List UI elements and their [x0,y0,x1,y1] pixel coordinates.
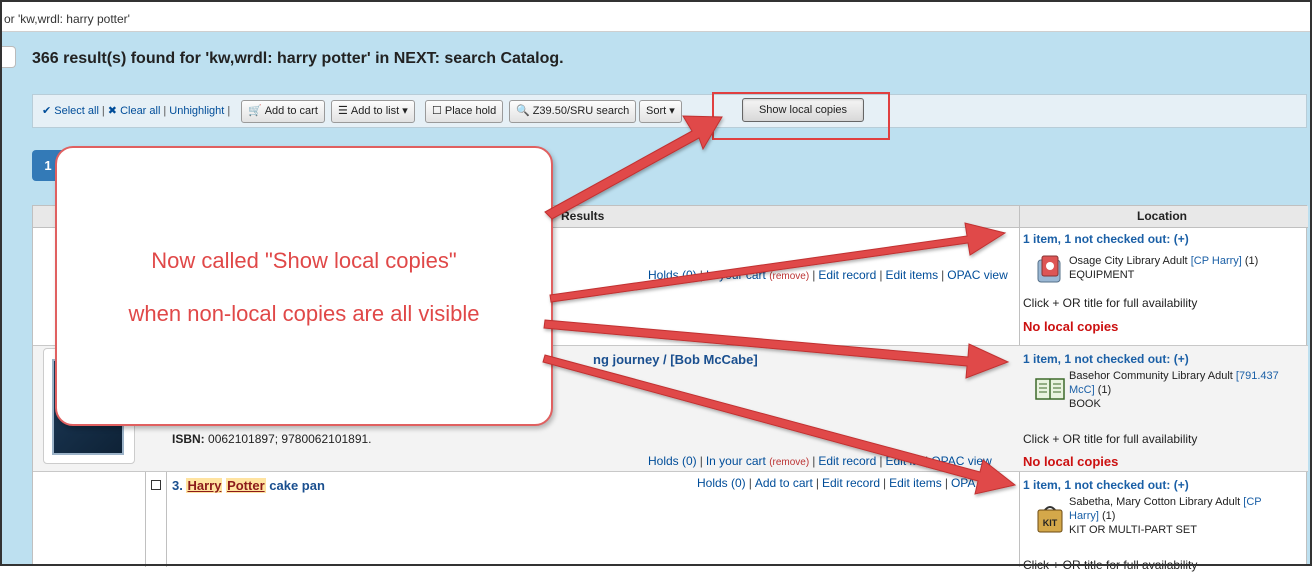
results-heading: 366 result(s) found for 'kw,wrdl: harry … [32,50,564,67]
results-toolbar: ✔ Select all | ✖ Clear all | Unhighlight | 🛒 A… [32,94,1307,128]
record-title[interactable]: 3. Harry Potter cake pan [172,478,325,493]
opac-view-link[interactable]: OPAC view [947,268,1007,282]
row-action-links: Holds (0) | In your cart (remove) | Edit rec… [648,268,1008,282]
separator: | [227,105,231,117]
separator: | [101,105,105,117]
holding-details: Basehor Community Library Adult [791.437… [1069,370,1279,410]
callout-line-2: when non-local copies are all visible [128,301,480,326]
opac-view-link[interactable]: OPAC view [931,454,991,468]
full-availability-note: Click + OR title for full availability [1023,432,1198,446]
full-availability-note: Click + OR title for full availability [1023,296,1198,310]
location-cell: 1 item, 1 not checked out: (+) KIT Sabet… [1023,478,1308,572]
opac-view-link[interactable]: OPA [951,476,975,490]
row-action-links: Holds (0) | In your cart (remove) | Edit rec… [648,454,992,468]
row-action-links: Holds (0) | Add to cart | Edit record | Edit i… [697,476,976,490]
window-title-bar: or 'kw,wrdl: harry potter' [0,0,1312,32]
search-term-highlight: Potter [226,478,266,493]
edit-items-link[interactable]: Edit ite [885,454,922,468]
no-local-copies-label: No local copies [1023,454,1119,469]
column-header-results: Results [561,209,605,223]
edit-items-link[interactable]: Edit items [885,268,938,282]
caret-down-icon: ▾ [669,105,675,117]
edit-record-link[interactable]: Edit record [818,268,876,282]
isbn-line: ISBN: 0062101897; 9780062101891. [172,432,372,446]
location-cell: 1 item, 1 not checked out: (+) Basehor C… [1023,352,1308,469]
search-term-highlight: Harry [186,478,223,493]
call-number-link[interactable]: Harry] [1069,510,1099,522]
hold-icon: ☐ [432,105,442,117]
no-local-copies-label: No local copies [1023,319,1119,334]
edit-record-link[interactable]: Edit record [818,454,876,468]
cart-icon: 🛒 [248,105,262,117]
holding-details: Sabetha, Mary Cotton Library Adult [CP H… [1069,496,1262,536]
annotation-callout: Now called "Show local copies" when non-… [55,146,553,426]
availability-link[interactable]: 1 item, 1 not checked out: (+) [1023,232,1189,246]
select-record-checkbox[interactable] [151,480,161,490]
list-icon: ☰ [338,105,348,117]
table-row: 3. Harry Potter cake pan Holds (0) | Add t… [33,472,1308,572]
unhighlight-link[interactable]: Unhighlight [169,105,224,117]
full-availability-note: Click + OR title for full availability [1023,558,1198,572]
z3950-search-button[interactable]: 🔍 Z39.50/SRU search [509,100,637,123]
column-header-location: Location [1137,209,1187,223]
holds-link[interactable]: Holds (0) [697,476,746,490]
record-title[interactable]: ng journey / [Bob McCabe] [593,352,758,367]
search-icon: 🔍 [516,105,530,117]
call-number-link[interactable]: [CP Harry] [1191,255,1242,267]
separator: | [163,105,167,117]
add-to-cart-button[interactable]: 🛒 Add to cart [241,100,325,123]
kit-icon: KIT [1035,504,1065,534]
call-number-link[interactable]: [CP [1243,496,1261,508]
edit-record-link[interactable]: Edit record [822,476,880,490]
clear-all-link[interactable]: ✖ Clear all [108,105,161,117]
highlight-box [712,92,890,140]
location-cell: 1 item, 1 not checked out: (+) Osage Cit… [1023,232,1308,342]
holds-link[interactable]: Holds (0) [648,454,697,468]
x-icon: ✖ [107,105,117,117]
place-hold-button[interactable]: ☐ Place hold [425,100,504,123]
call-number-link[interactable]: McC] [1069,384,1095,396]
availability-link[interactable]: 1 item, 1 not checked out: (+) [1023,352,1189,366]
holds-link[interactable]: Holds (0) [648,268,697,282]
book-icon [1035,374,1065,404]
kit-icon-label: KIT [1043,518,1058,528]
window-title: or 'kw,wrdl: harry potter' [4,12,130,26]
check-icon: ✔ [42,105,52,117]
holding-details: Osage City Library Adult [CP Harry] (1) … [1069,255,1259,281]
caret-down-icon: ▾ [402,105,408,117]
call-number-link[interactable]: [791.437 [1236,370,1279,382]
add-to-cart-link[interactable]: Add to cart [755,476,813,490]
edit-items-link[interactable]: Edit items [889,476,942,490]
sidebar-toggle[interactable] [0,46,16,68]
selection-links: ✔ Select all | ✖ Clear all | Unhighlight | [42,104,233,117]
equipment-icon [1035,254,1065,284]
remove-link[interactable]: (remove) [769,457,809,468]
callout-line-1: Now called "Show local copies" [151,248,457,273]
availability-link[interactable]: 1 item, 1 not checked out: (+) [1023,478,1189,492]
in-cart-link[interactable]: In your cart [706,268,766,282]
sort-button[interactable]: Sort ▾ [639,100,682,123]
in-cart-link[interactable]: In your cart [706,454,766,468]
remove-link[interactable]: (remove) [769,271,809,282]
select-all-link[interactable]: ✔ Select all [42,105,99,117]
add-to-list-button[interactable]: ☰ Add to list ▾ [331,100,415,123]
